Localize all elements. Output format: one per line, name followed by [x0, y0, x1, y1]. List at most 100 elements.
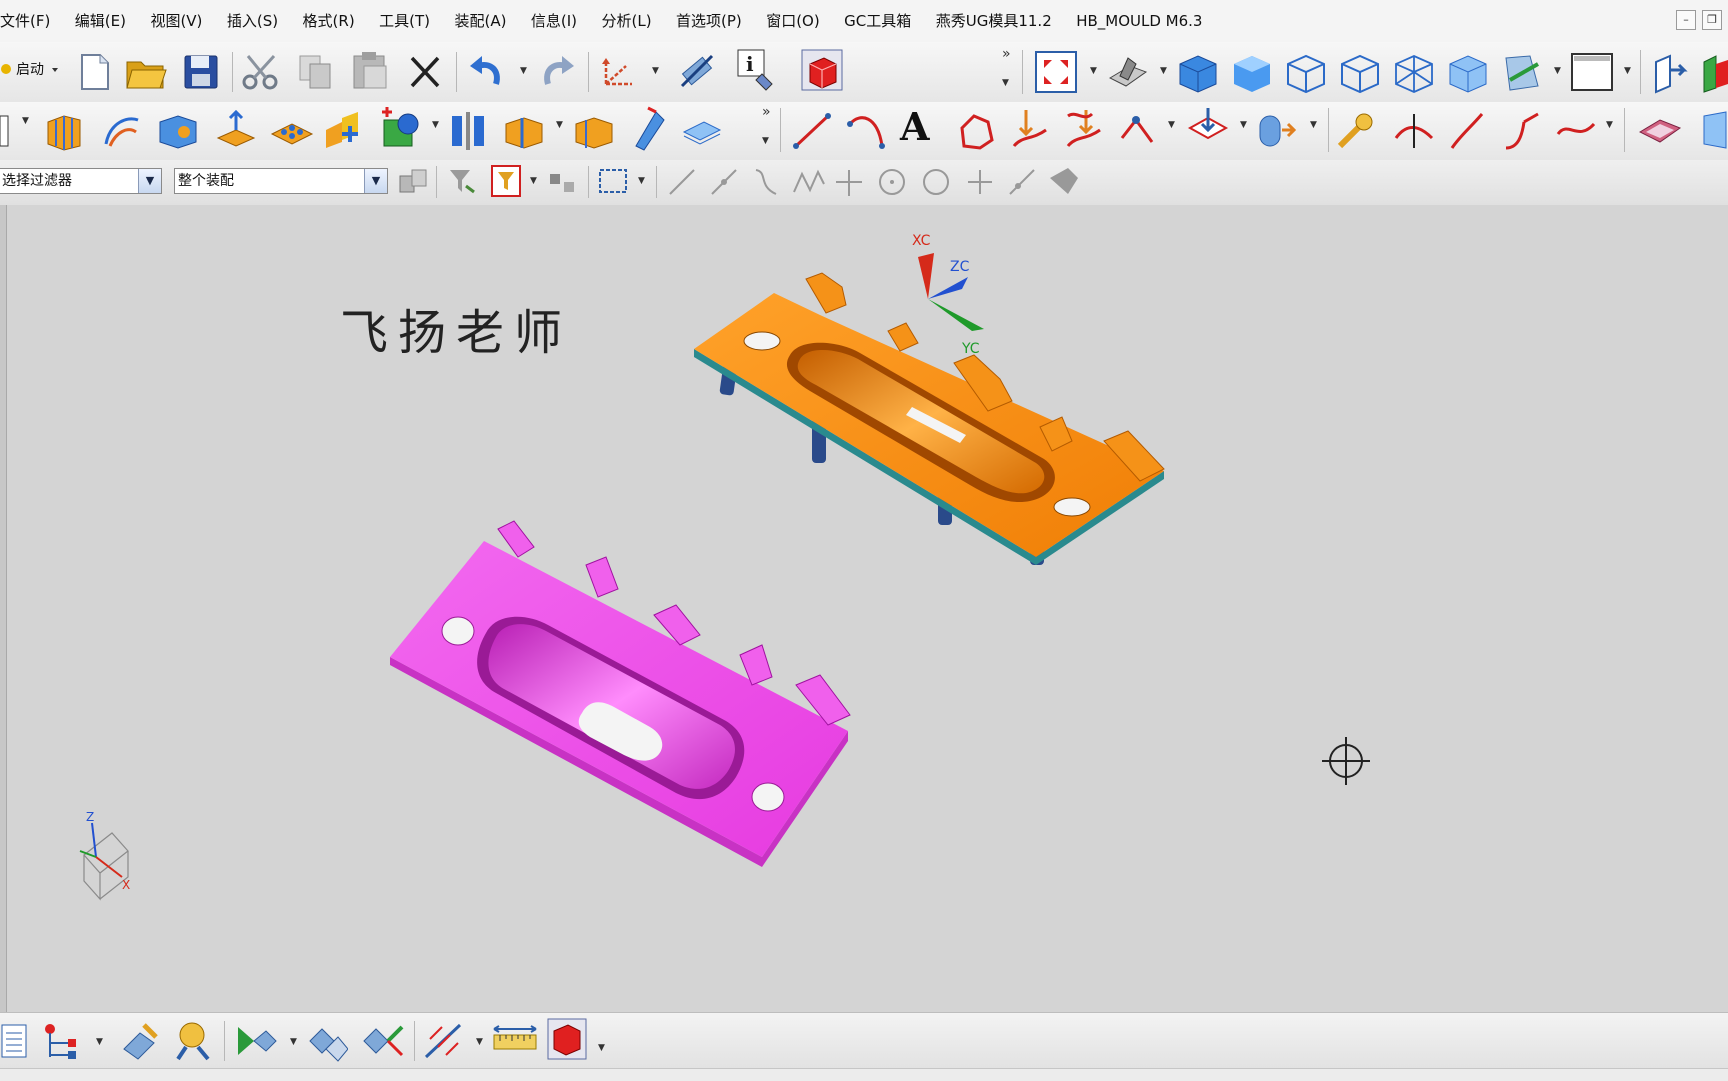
offset-curve-dropdown-icon[interactable]: ▼: [1240, 120, 1247, 130]
draft-icon[interactable]: [626, 106, 670, 156]
unite-icon[interactable]: [322, 108, 366, 156]
line-icon[interactable]: [790, 110, 834, 156]
type-filter-icon[interactable]: [446, 166, 482, 202]
magenta-insert-part[interactable]: [390, 520, 851, 867]
intersection-curve-icon[interactable]: [1062, 106, 1106, 156]
new-parent-icon[interactable]: [234, 1019, 278, 1067]
selection-filter-combo[interactable]: 选择过滤器 ▼: [0, 168, 162, 194]
smooth-curve-icon[interactable]: [1554, 108, 1598, 156]
row2-dropdown-icon[interactable]: ▼: [22, 116, 29, 126]
extract-dropdown-icon[interactable]: ▼: [1310, 120, 1317, 130]
menu-preferences[interactable]: 首选项(P): [676, 10, 742, 31]
assembly-navigator-icon[interactable]: [0, 1021, 30, 1065]
reposition-component-icon[interactable]: [358, 1019, 406, 1067]
snap-point-on-curve-icon[interactable]: [1004, 166, 1040, 202]
chevron-down-icon[interactable]: ▼: [364, 169, 387, 193]
curve-edit-icon[interactable]: [1116, 108, 1160, 156]
fill-surface-icon[interactable]: [954, 110, 998, 156]
component-filter-icon[interactable]: [396, 166, 432, 202]
shaded-display-icon[interactable]: [1106, 52, 1150, 96]
menu-info[interactable]: 信息(I): [531, 10, 577, 31]
fit-view-icon[interactable]: [1034, 50, 1078, 98]
information-icon[interactable]: i: [736, 48, 780, 96]
overflow-chevron-icon[interactable]: »: [1002, 46, 1011, 62]
set-work-part-icon[interactable]: [1700, 50, 1728, 98]
new-file-icon[interactable]: [76, 52, 112, 96]
restore-icon[interactable]: ❐: [1702, 10, 1722, 30]
paste-icon[interactable]: [350, 50, 390, 96]
orange-insert-part[interactable]: [694, 272, 1165, 565]
split-body-icon[interactable]: [572, 110, 616, 156]
assembly-constraints-icon[interactable]: [422, 1019, 466, 1067]
select-mode-dropdown-icon[interactable]: ▼: [638, 176, 645, 186]
datum-offset-icon[interactable]: [214, 108, 258, 156]
snap-existing-point-icon[interactable]: [962, 166, 998, 202]
open-folder-icon[interactable]: [124, 52, 168, 96]
filter-dropdown-icon[interactable]: ▼: [530, 176, 537, 186]
menu-window[interactable]: 窗口(O): [766, 10, 820, 31]
menu-edit[interactable]: 编辑(E): [75, 10, 126, 31]
sheet-icon[interactable]: [1700, 108, 1728, 156]
parent-dropdown-icon[interactable]: ▼: [290, 1037, 297, 1047]
undo-icon[interactable]: [466, 52, 506, 96]
pattern-feature-icon[interactable]: [268, 110, 316, 154]
subtract-icon[interactable]: [378, 106, 422, 156]
boolean-dropdown-icon[interactable]: ▼: [432, 120, 439, 130]
copy-icon[interactable]: [296, 52, 336, 96]
trim-dropdown-icon[interactable]: ▼: [556, 120, 563, 130]
offset-curve-icon[interactable]: [1186, 106, 1230, 156]
static-wireframe-icon[interactable]: [1392, 50, 1436, 98]
orient-view-icon[interactable]: [1650, 50, 1690, 98]
measure-distance-icon[interactable]: [490, 1025, 540, 1063]
cut-icon[interactable]: [240, 52, 284, 96]
snap-end-point-icon[interactable]: [664, 166, 700, 202]
minimize-icon[interactable]: –: [1676, 10, 1696, 30]
menu-gc-toolkit[interactable]: GC工具箱: [844, 10, 911, 31]
panel-edge-icon[interactable]: [0, 112, 14, 154]
row2-overflow-dropdown-icon[interactable]: ▼: [762, 136, 769, 146]
face-offset-icon[interactable]: [1636, 110, 1684, 154]
extrude-icon[interactable]: [44, 110, 88, 156]
arc-icon[interactable]: [844, 110, 888, 156]
join-curve-icon[interactable]: [1500, 108, 1544, 156]
component-properties-icon[interactable]: [172, 1017, 216, 1067]
undo-dropdown-icon[interactable]: ▼: [520, 66, 527, 76]
save-icon[interactable]: [182, 52, 220, 96]
block-icon[interactable]: [156, 110, 200, 156]
menu-insert[interactable]: 插入(S): [227, 10, 278, 31]
menu-yanxiu-mould[interactable]: 燕秀UG模具11.2: [936, 10, 1052, 31]
add-component-icon[interactable]: [118, 1019, 162, 1067]
shaded-with-edges-icon[interactable]: [1176, 50, 1220, 98]
snap-circle-icon[interactable]: [918, 166, 954, 202]
snap-point-on-face-icon[interactable]: [1046, 164, 1082, 202]
component-structure-icon[interactable]: [40, 1019, 84, 1067]
snap-intersection-icon[interactable]: [790, 166, 826, 202]
snap-quadrant-icon[interactable]: [874, 166, 910, 202]
deselect-filter-icon[interactable]: [546, 166, 582, 202]
shaded-icon[interactable]: [1230, 50, 1274, 98]
menu-analysis[interactable]: 分析(L): [601, 10, 651, 31]
snap-mid-point-icon[interactable]: [706, 166, 742, 202]
revolve-icon[interactable]: [100, 110, 144, 156]
wireframe-hidden-dim-icon[interactable]: [1284, 50, 1328, 98]
extract-geometry-icon[interactable]: [1256, 108, 1300, 156]
display-dropdown-icon[interactable]: ▼: [1160, 66, 1167, 76]
offset-face-icon[interactable]: [680, 112, 724, 154]
component-dropdown-icon[interactable]: ▼: [96, 1037, 103, 1047]
menu-tools[interactable]: 工具(T): [379, 10, 430, 31]
bridge-curve-icon[interactable]: [1446, 108, 1490, 156]
menu-hb-mould[interactable]: HB_MOULD M6.3: [1076, 12, 1202, 30]
row2-overflow-chevron-icon[interactable]: »: [762, 104, 771, 120]
background-dropdown-icon[interactable]: ▼: [1624, 66, 1631, 76]
studio-display-icon[interactable]: [1446, 50, 1490, 98]
overflow-dropdown-icon[interactable]: ▼: [1002, 78, 1009, 88]
resource-bar-edge[interactable]: [0, 205, 7, 1012]
wcs-icon[interactable]: [596, 52, 640, 96]
part-navigator-cube-icon[interactable]: [800, 48, 844, 96]
curve-on-surface-icon[interactable]: [1336, 106, 1380, 156]
wcs-dropdown-icon[interactable]: ▼: [652, 66, 659, 76]
chevron-down-icon[interactable]: ▼: [138, 169, 161, 193]
smart-filter-icon[interactable]: [488, 164, 524, 202]
menu-file[interactable]: 文件(F): [0, 10, 50, 31]
menu-assembly[interactable]: 装配(A): [454, 10, 506, 31]
